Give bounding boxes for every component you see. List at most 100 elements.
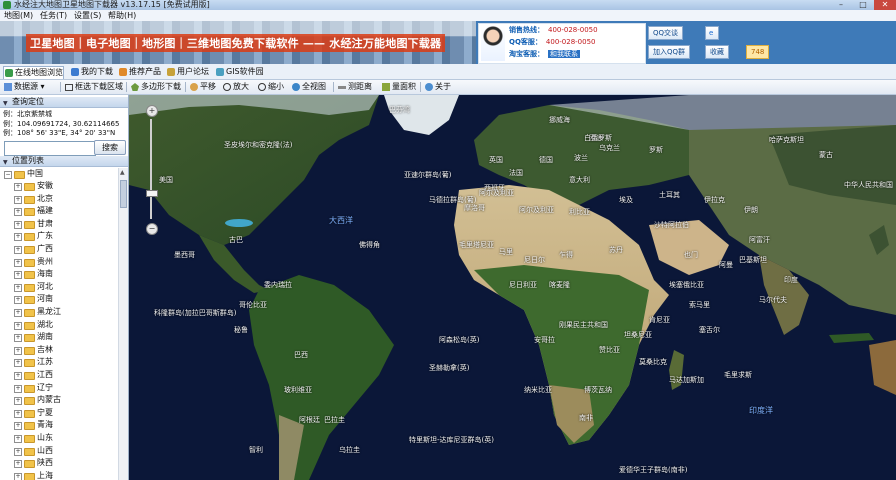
map-place-label: 毛里求斯 [724,371,752,379]
collapse-icon[interactable]: − [4,171,12,179]
zoom-track[interactable] [150,119,152,219]
tab-bar: 在线地图浏览 我的下载 推荐产品 用户论坛 GIS软件园 [0,64,896,80]
expand-icon[interactable]: + [14,422,22,431]
database-icon [4,83,12,91]
location-list-header[interactable]: ▼ 位置列表 [0,156,128,167]
tab-forum[interactable]: 用户论坛 [166,66,209,78]
expand-icon[interactable]: + [14,409,22,418]
expand-icon[interactable]: + [14,271,22,280]
map-place-label: 马尔代夫 [759,296,787,304]
expand-icon[interactable]: + [14,195,22,204]
expand-icon[interactable]: + [14,296,22,305]
expand-icon[interactable]: + [14,447,22,456]
tab-online-map[interactable]: 在线地图浏览 [3,66,64,79]
tree-scrollbar[interactable]: ▲ [118,168,128,480]
tab-gis[interactable]: GIS软件园 [215,66,264,78]
location-tree: − 中国 + 安徽 + 北京 + 福建 + 甘肃 + 广东 + 广西 + 贵州 + 海南 + 河北 + 河南 + 黑龙江 + 湖北… [0,168,118,480]
ie-icon[interactable]: e [705,26,719,40]
zoom-in-button[interactable]: 放大 [222,81,249,93]
expand-icon[interactable]: + [14,472,22,480]
tree-label: 陕西 [37,458,53,468]
zoom-minus-icon[interactable]: − [146,223,158,235]
join-qq-group-button[interactable]: 加入QQ群 [648,45,691,59]
map-place-label: 科隆群岛(加拉巴哥斯群岛) [154,309,237,317]
tab-recommended[interactable]: 推荐产品 [118,66,161,78]
expand-icon[interactable]: + [14,321,22,330]
map-place-label: 古巴 [229,236,243,244]
pan-label: 平移 [200,82,216,91]
close-button[interactable]: ✕ [874,0,896,10]
expand-icon[interactable]: + [14,346,22,355]
polygon-download-button[interactable]: 多边形下载 [130,81,181,93]
scrollbar-thumb[interactable] [120,180,127,208]
menu-task[interactable]: 任务(T) [40,10,67,21]
expand-icon[interactable]: + [14,359,22,368]
measure-distance-button[interactable]: 测距离 [337,81,372,93]
expand-icon[interactable]: + [14,233,22,242]
map-place-label: 巴拉圭 [324,416,345,424]
window-title: 水经注大地图卫星地图下载器 v13.17.15 [免费试用版] [14,0,210,9]
zoom-out-button[interactable]: 缩小 [257,81,284,93]
map-place-label: 莫桑比克 [639,358,667,366]
map-place-label: 南非 [579,414,593,422]
map-place-label: 印度洋 [749,406,773,415]
folder-icon [24,346,35,355]
maximize-button[interactable]: □ [852,0,874,10]
map-place-label: 伊拉克 [704,196,725,204]
map-view[interactable]: + − 巴芬湾 挪威海 欧洲 罗斯 英国 德国 乌克兰 白俄罗斯 波兰 法国 意大利 西班牙 阿尔及利亚… [129,95,896,480]
map-place-label: 佛得角 [359,241,380,249]
zoom-plus-icon[interactable]: + [146,105,158,117]
expand-icon[interactable]: + [14,220,22,229]
menu-settings[interactable]: 设置(S) [74,10,101,21]
search-button[interactable]: 搜索 [94,140,126,155]
folder-icon [24,246,35,254]
menu-help[interactable]: 帮助(H) [108,10,136,21]
box-download-label: 框选下载区域 [75,82,123,91]
map-place-label: 也门 [684,251,698,259]
banner-slogan[interactable]: 卫星地图｜电子地图｜地形图｜三维地图免费下载软件 —— 水经注万能地图下载器 [26,34,446,52]
data-source-button[interactable]: 数据源 ▾ [3,81,45,93]
minimize-button[interactable]: – [830,0,852,10]
expand-icon[interactable]: + [14,372,22,380]
map-place-label: 赞比亚 [599,346,620,354]
expand-icon[interactable]: + [14,246,22,254]
tree-label: 黑龙江 [37,307,61,316]
scroll-up-icon[interactable]: ▲ [120,169,125,176]
expand-icon[interactable]: + [14,208,22,217]
expand-icon[interactable]: + [14,283,22,292]
expand-icon[interactable]: + [14,309,22,317]
query-panel-header[interactable]: ▼ 查询定位 [0,97,128,108]
tab-gis-label: GIS软件园 [226,67,264,76]
qq-chat-button[interactable]: QQ交谈 [648,26,684,40]
zoom-slider[interactable]: + − [143,105,159,235]
expand-icon[interactable]: + [14,384,22,393]
qq-chat-label: QQ交谈 [653,29,679,37]
pan-button[interactable]: 平移 [189,81,216,93]
map-place-label: 爱德华王子群岛(南非) [619,466,688,474]
tree-label: 上海 [37,470,53,480]
about-button[interactable]: 关于 [424,81,451,93]
expand-icon[interactable]: + [14,183,22,191]
search-input[interactable] [4,141,96,156]
menu-map[interactable]: 地图(M) [4,10,33,21]
taobao-contact-button[interactable]: 和我联系 [548,50,580,58]
tree-label: 辽宁 [37,382,53,392]
favorite-button[interactable]: 收藏 [705,45,729,59]
measure-area-button[interactable]: 量面积 [381,81,416,93]
expand-icon[interactable]: + [14,397,22,406]
expand-icon[interactable]: + [14,460,22,469]
sales-number: 400-028-0050 [548,26,598,34]
expand-icon[interactable]: + [14,334,22,343]
zoom-knob[interactable] [146,190,158,197]
expand-icon[interactable]: + [14,258,22,267]
tab-my-downloads[interactable]: 我的下载 [70,66,113,78]
map-place-label: 刚果民主共和国 [559,321,608,329]
query-example-1: 例：北京紫禁城 [3,110,52,118]
qq-number: 400-028-0050 [545,38,596,46]
app-icon [3,1,11,9]
full-view-button[interactable]: 全视图 [291,81,326,93]
tab-online-map-label: 在线地图浏览 [15,68,63,77]
tree-label: 宁夏 [37,407,53,417]
expand-icon[interactable]: + [14,435,22,443]
box-download-button[interactable]: 框选下载区域 [64,81,123,93]
